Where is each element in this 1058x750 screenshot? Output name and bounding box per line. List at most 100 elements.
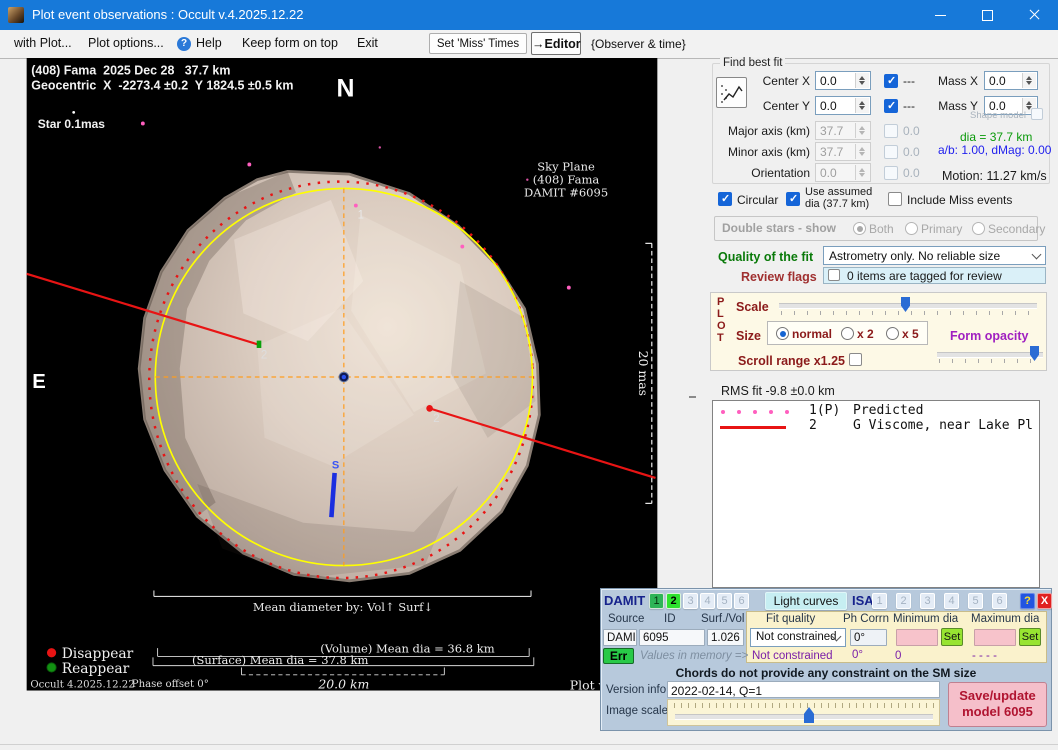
size-label: Size [736, 329, 761, 343]
disappear-legend-label: Disappear [62, 646, 134, 662]
occult-version-label: Occult 4.2025.12.22 [30, 680, 134, 691]
damit-model-4-button[interactable]: 4 [700, 593, 715, 609]
quality-label: Quality of the fit [718, 250, 813, 264]
surfvol-field: 1.026 [707, 629, 744, 646]
major-axis-label: Major axis (km) [713, 124, 810, 138]
list-item[interactable]: 1(P) Predicted [713, 401, 1041, 416]
minimize-button[interactable] [917, 0, 963, 30]
predicted-chord-number: 1 [358, 209, 364, 221]
motion-readout: Motion: 11.27 km/s [942, 169, 1047, 183]
double-both-radio[interactable] [853, 222, 866, 235]
light-curves-button[interactable]: Light curves [765, 592, 847, 610]
form-opacity-track[interactable] [937, 352, 1043, 358]
legend-row-name: G Viscome, near Lake Pl [853, 418, 1033, 433]
list-item[interactable]: 2 G Viscome, near Lake Pl [713, 416, 1041, 431]
menu-plot-options[interactable]: Plot options... [88, 36, 164, 50]
isam-1-button[interactable]: 1 [872, 593, 887, 609]
sky-plane-label: Sky Plane [537, 159, 595, 173]
legend-row-id: 2 [809, 418, 817, 433]
chord-legend-listbox[interactable]: 1(P) Predicted 2 G Viscome, near Lake Pl [712, 400, 1040, 588]
menu-with-plot[interactable]: with Plot... [14, 36, 72, 50]
orientation-checkbox[interactable] [884, 166, 898, 180]
isam-4-button[interactable]: 4 [944, 593, 959, 609]
orientation-field: 0.0 [815, 163, 871, 182]
center-y-field[interactable]: 0.0 [815, 96, 871, 115]
damit-model-2-button[interactable]: 2 [666, 593, 681, 609]
isam-6-button[interactable]: 6 [992, 593, 1007, 609]
damit-model-3-button[interactable]: 3 [683, 593, 698, 609]
review-flags-checkbox[interactable] [828, 269, 840, 281]
center-y-label: Center Y [740, 99, 810, 113]
minor-axis-checkbox[interactable] [884, 145, 898, 159]
shape-model-checkbox[interactable] [1031, 108, 1043, 120]
plot-title-line2: Geocentric X -2273.4 ±0.2 Y 1824.5 ±0.5 … [31, 78, 293, 92]
menu-exit[interactable]: Exit [357, 36, 378, 50]
isam-3-button[interactable]: 3 [920, 593, 935, 609]
damit-model-5-button[interactable]: 5 [717, 593, 732, 609]
center-y-spinner[interactable] [855, 98, 869, 113]
fit-quality-combobox[interactable]: Not constrained [750, 628, 846, 647]
shape-model-label: Shape model [950, 110, 1026, 121]
ph-corrn-field[interactable]: 0° [850, 629, 887, 646]
splitter-grip[interactable] [689, 396, 696, 398]
image-scale-slider[interactable] [667, 699, 940, 726]
mass-x-spinner[interactable] [1022, 73, 1036, 88]
center-x-checkbox[interactable] [884, 74, 898, 88]
isam-2-button[interactable]: 2 [896, 593, 911, 609]
spin-axis-marker [331, 473, 334, 517]
image-scale-thumb[interactable] [804, 707, 814, 723]
use-assumed-checkbox[interactable] [786, 192, 800, 206]
maximum-dia-field[interactable] [974, 629, 1016, 646]
form-opacity-label: Form opacity [950, 329, 1029, 343]
plot-letter-p: P [717, 296, 724, 308]
help-icon[interactable]: ? [177, 37, 191, 51]
ab-readout: a/b: 1.00, dMag: 0.00 [938, 143, 1051, 157]
damit-title: DAMIT [604, 593, 645, 608]
damit-model-6-button[interactable]: 6 [734, 593, 749, 609]
version-info-field[interactable]: 2022-02-14, Q=1 [667, 681, 940, 698]
memory-fit-quality: Not constrained [752, 650, 833, 662]
mass-x-label: Mass X [930, 74, 978, 88]
minimum-dia-field[interactable] [896, 629, 938, 646]
scroll-range-checkbox[interactable] [849, 353, 862, 366]
east-label: E [32, 371, 46, 393]
title-bar: Plot event observations : Occult v.4.202… [0, 0, 1058, 30]
menu-help[interactable]: Help [196, 36, 222, 50]
size-x5-radio[interactable] [886, 327, 899, 340]
major-axis-checkbox[interactable] [884, 124, 898, 138]
id-field: 6095 [639, 629, 705, 646]
center-x-spinner[interactable] [855, 73, 869, 88]
center-x-field[interactable]: 0.0 [815, 71, 871, 90]
dia-readout: dia = 37.7 km [960, 130, 1032, 144]
observer-time-label[interactable]: {Observer & time} [591, 37, 686, 51]
set-miss-times-button[interactable]: Set 'Miss' Times [429, 33, 527, 54]
set-minimum-button[interactable]: Set [941, 628, 963, 646]
isam-5-button[interactable]: 5 [968, 593, 983, 609]
maximize-button[interactable] [964, 0, 1010, 30]
size-x2-radio[interactable] [841, 327, 854, 340]
err-button[interactable]: Err [603, 648, 634, 664]
set-maximum-button[interactable]: Set [1019, 628, 1041, 646]
damit-close-button[interactable]: X [1037, 593, 1052, 609]
editor-button[interactable]: →Editor [531, 32, 581, 55]
include-miss-checkbox[interactable] [888, 192, 902, 206]
menu-keep-on-top[interactable]: Keep form on top [242, 36, 338, 50]
damit-model-1-button[interactable]: 1 [649, 593, 664, 609]
center-y-checkbox[interactable] [884, 99, 898, 113]
scale-slider-ticks [781, 311, 1037, 315]
quality-combobox[interactable]: Astrometry only. No reliable size [823, 246, 1046, 265]
damit-help-button[interactable]: ? [1020, 593, 1035, 609]
size-x2-label: x 2 [857, 327, 874, 341]
reappear-legend-label: Reappear [62, 661, 130, 677]
double-secondary-radio[interactable] [972, 222, 985, 235]
review-flags-text: 0 items are tagged for review [847, 269, 1002, 283]
rms-fit-label: RMS fit -9.8 ±0.0 km [721, 384, 835, 398]
orientation-label: Orientation [713, 166, 810, 180]
center-marker-dot [342, 375, 346, 379]
double-primary-radio[interactable] [905, 222, 918, 235]
save-update-button[interactable]: Save/update model 6095 [948, 682, 1047, 727]
size-normal-radio[interactable] [776, 327, 789, 340]
close-button[interactable] [1011, 0, 1057, 30]
circular-checkbox[interactable] [718, 192, 732, 206]
mass-x-field[interactable]: 0.0 [984, 71, 1038, 90]
